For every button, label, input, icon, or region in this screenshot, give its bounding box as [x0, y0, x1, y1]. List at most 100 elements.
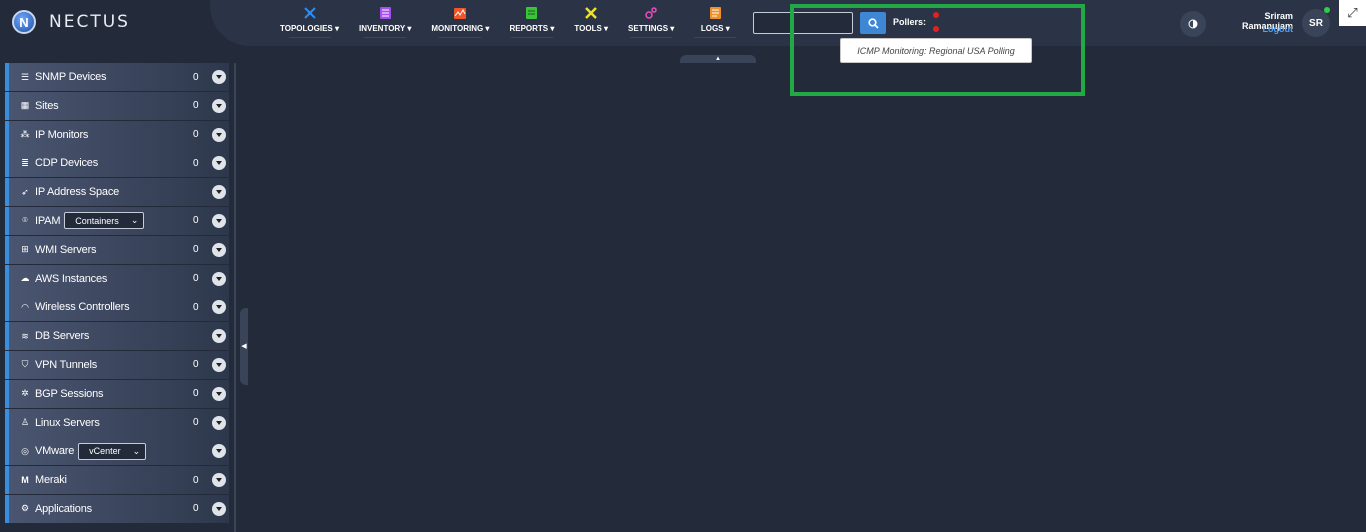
expand-toggle-button[interactable] [212, 501, 226, 516]
sidebar-item-linux-servers[interactable]: ♙ Linux Servers 0 [5, 408, 229, 437]
sidebar: ☰ SNMP Devices 0 ▦ Sites 0 ⁂ IP Monitors… [5, 63, 229, 524]
sidebar-item-vmware[interactable]: ◎ VMware vCenter ⌄ [5, 437, 229, 466]
nav-tools[interactable]: TOOLS ▾ [574, 6, 608, 38]
expand-toggle-button[interactable] [212, 473, 226, 488]
ipam-select[interactable]: Containers ⌄ [64, 212, 145, 230]
chevron-down-icon [216, 132, 222, 137]
sidebar-item-label: BGP Sessions [35, 387, 104, 400]
nav-label: SETTINGS ▾ [628, 24, 675, 33]
sidebar-item-count: 0 [193, 474, 199, 486]
chevron-down-icon [216, 190, 222, 195]
expand-toggle-button[interactable] [212, 329, 226, 344]
sidebar-collapse-handle[interactable]: ◀ [240, 308, 248, 385]
chevron-left-icon: ◀ [241, 343, 247, 350]
sidebar-item-sites[interactable]: ▦ Sites 0 [5, 91, 229, 120]
sidebar-item-ipam[interactable]: ⌾ IPAM Containers ⌄ 0 [5, 206, 229, 235]
chevron-down-icon [216, 305, 222, 310]
nav-settings[interactable]: SETTINGS ▾ [628, 6, 674, 38]
sidebar-item-label: WMI Servers [35, 243, 97, 256]
expand-toggle-button[interactable] [212, 185, 226, 200]
nectus-logo-icon: N [12, 10, 36, 34]
app-name: NECTUS [49, 12, 130, 32]
contrast-icon [1188, 19, 1198, 29]
sidebar-item-db-servers[interactable]: ≋ DB Servers [5, 322, 229, 351]
nav-underline [694, 37, 737, 38]
wifi-icon: ◠ [21, 301, 29, 312]
chevron-down-icon [216, 276, 222, 281]
expand-toggle-button[interactable] [212, 357, 226, 372]
vmware-select[interactable]: vCenter ⌄ [78, 442, 147, 460]
nav-reports[interactable]: REPORTS ▾ [509, 6, 554, 38]
sidebar-item-aws-instances[interactable]: ☁ AWS Instances 0 [5, 264, 229, 293]
sidebar-item-wmi-servers[interactable]: ⊞ WMI Servers 0 [5, 235, 229, 264]
vmware-icon: ◎ [21, 445, 29, 456]
nav-logs[interactable]: LOGS ▾ [694, 6, 737, 38]
sidebar-item-ip-monitors[interactable]: ⁂ IP Monitors 0 [5, 120, 229, 149]
sidebar-item-meraki[interactable]: M Meraki 0 [5, 466, 229, 495]
expand-toggle-button[interactable] [212, 213, 226, 228]
expand-toggle-button[interactable] [212, 386, 226, 401]
nav-underline [439, 37, 482, 38]
logo[interactable]: N NECTUS [12, 10, 130, 34]
expand-toggle-button[interactable] [212, 98, 226, 113]
theme-toggle-button[interactable] [1180, 11, 1206, 37]
server-icon: ≣ [21, 157, 29, 168]
sidebar-item-wireless-controllers[interactable]: ◠ Wireless Controllers 0 [5, 293, 229, 322]
chevron-down-icon [216, 218, 222, 223]
sidebar-item-snmp-devices[interactable]: ☰ SNMP Devices 0 [5, 63, 229, 91]
sidebar-item-label: Applications [35, 502, 92, 515]
expand-toggle-button[interactable] [212, 415, 226, 430]
cog-icon: ✲ [21, 388, 29, 399]
chevron-down-icon [216, 103, 222, 108]
sidebar-item-count: 0 [193, 129, 199, 141]
chevron-down-icon [216, 391, 222, 396]
chevron-down-icon [216, 420, 222, 425]
sidebar-divider [234, 63, 236, 532]
chevron-down-icon [216, 161, 222, 166]
nav-label: INVENTORY ▾ [359, 24, 412, 33]
windows-icon: ⊞ [21, 244, 29, 255]
sidebar-item-count: 0 [193, 273, 199, 285]
expand-toggle-button[interactable] [212, 242, 226, 257]
nav-topologies[interactable]: TOPOLOGIES ▾ [280, 6, 339, 38]
chevron-down-icon [216, 506, 222, 511]
sidebar-item-count: 0 [193, 157, 199, 169]
nav-label: TOOLS ▾ [574, 24, 609, 33]
header-collapse-tab[interactable]: ▲ [680, 55, 756, 63]
sidebar-item-bgp-sessions[interactable]: ✲ BGP Sessions 0 [5, 379, 229, 408]
avatar[interactable]: SR [1302, 9, 1330, 37]
shield-icon: ⛉ [21, 359, 29, 370]
sidebar-item-count: 0 [193, 388, 199, 400]
sidebar-item-applications[interactable]: ⚙ Applications 0 [5, 494, 229, 523]
expand-toggle-button[interactable] [212, 127, 226, 142]
db-server-icon: ≋ [21, 330, 29, 341]
expand-toggle-button[interactable] [212, 271, 226, 286]
chevron-down-icon [216, 334, 222, 339]
sidebar-item-label: Linux Servers [35, 416, 100, 429]
sidebar-item-cdp-devices[interactable]: ≣ CDP Devices 0 [5, 149, 229, 178]
reports-icon [525, 6, 539, 20]
sidebar-item-ip-address-space[interactable]: ➶ IP Address Space [5, 178, 229, 207]
expand-toggle-button[interactable] [212, 70, 226, 84]
sidebar-item-vpn-tunnels[interactable]: ⛉ VPN Tunnels 0 [5, 350, 229, 379]
sidebar-item-label: Sites [35, 99, 59, 112]
sidebar-item-label: AWS Instances [35, 272, 108, 285]
sidebar-item-count: 0 [193, 301, 199, 313]
chevron-down-icon [216, 75, 222, 79]
logout-link[interactable]: Logout [1215, 24, 1294, 34]
sidebar-item-count: 0 [193, 71, 199, 83]
sidebar-item-label: VPN Tunnels [35, 358, 98, 371]
online-status-dot [1324, 7, 1330, 13]
chevron-down-icon: ⌄ [130, 215, 139, 226]
expand-toggle-button[interactable] [212, 300, 226, 315]
nav-inventory[interactable]: INVENTORY ▾ [359, 6, 411, 38]
fullscreen-button[interactable]: ⤢ [1339, 0, 1366, 26]
sidebar-item-count: 0 [193, 359, 199, 371]
chevron-down-icon [216, 247, 222, 252]
nav-monitoring[interactable]: MONITORING ▾ [431, 6, 489, 38]
expand-toggle-button[interactable] [212, 156, 226, 171]
highlight-box [790, 4, 1085, 96]
chevron-down-icon: ⌄ [132, 445, 141, 456]
expand-toggle-button[interactable] [212, 444, 226, 459]
sidebar-item-label: DB Servers [35, 330, 90, 343]
